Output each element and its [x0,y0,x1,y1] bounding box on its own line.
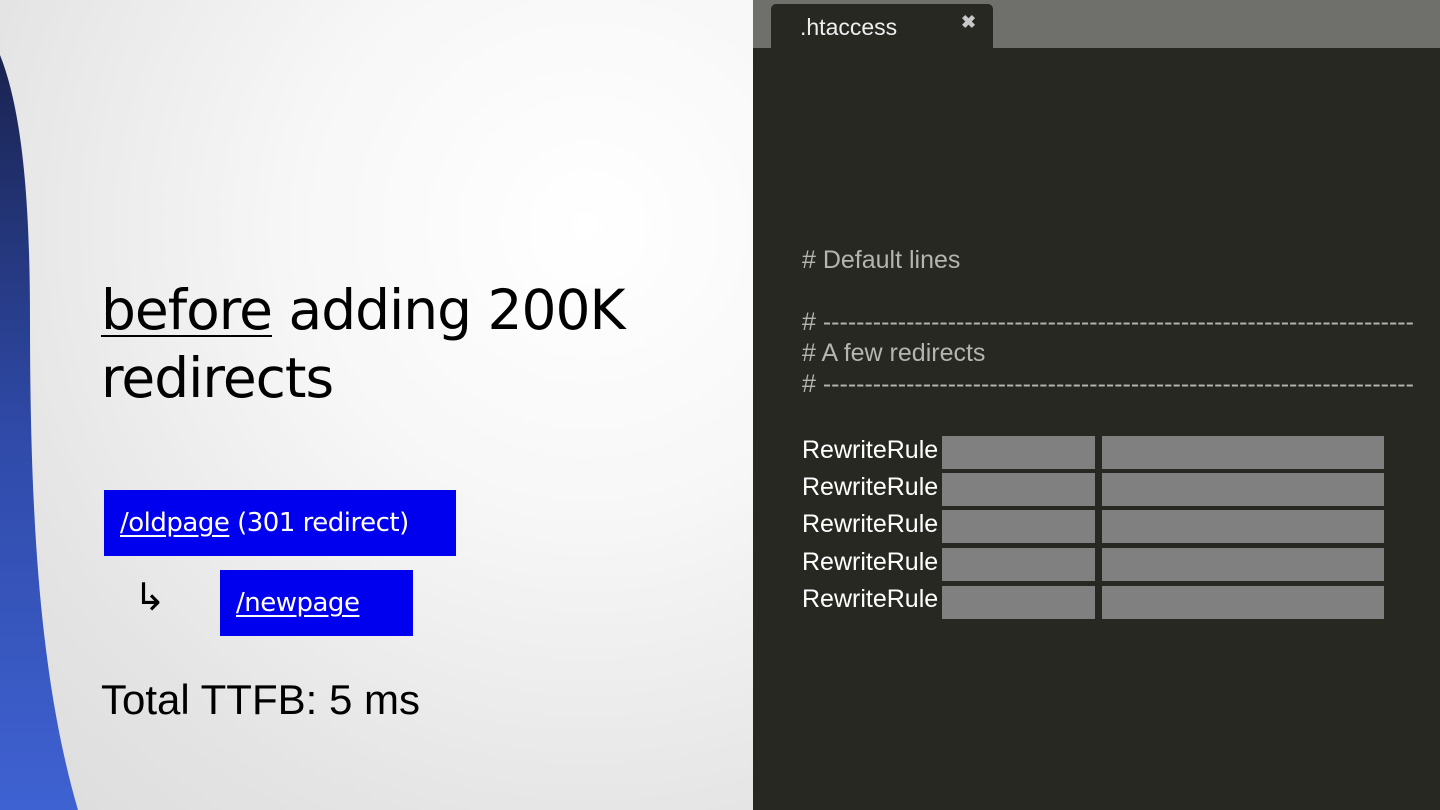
redacted-source [942,510,1095,543]
code-editor: .htaccess ✖ # Default lines # ----------… [753,0,1440,810]
redirect-arrow-icon: ↳ [134,575,166,619]
newpage-link[interactable]: /newpage [236,588,360,618]
redacted-target [1102,510,1384,543]
redacted-target [1102,548,1384,581]
rewrite-keyword: RewriteRule [802,548,939,576]
ttfb-label: Total TTFB: 5 ms [101,676,420,723]
redacted-source [942,548,1095,581]
title-underlined-word: before [101,278,273,342]
redacted-source [942,586,1095,619]
redirect-type-label: (301 redirect) [229,508,409,538]
tab-label: .htaccess [800,14,898,40]
redacted-target [1102,436,1384,469]
comment-few-redirects: # A few redirects [802,339,986,367]
rewrite-keyword: RewriteRule [802,510,939,538]
decorative-swoosh [0,55,78,810]
rewrite-keyword: RewriteRule [802,473,939,501]
redacted-source [942,473,1095,506]
redacted-target [1102,586,1384,619]
editor-tab-bar: .htaccess ✖ [753,0,1440,48]
oldpage-box: /oldpage (301 redirect) [104,490,456,556]
tab-htaccess[interactable]: .htaccess ✖ [771,4,993,48]
newpage-box: /newpage [220,570,413,636]
rewrite-keyword: RewriteRule [802,436,939,464]
redacted-source [942,436,1095,469]
close-icon[interactable]: ✖ [961,12,976,33]
comment-separator: # --------------------------------------… [802,370,1414,398]
slide-title: before adding 200K redirects [101,276,721,412]
rewrite-keyword: RewriteRule [802,585,939,613]
comment-separator: # --------------------------------------… [802,308,1414,336]
slide-panel: before adding 200K redirects /oldpage (3… [0,0,753,810]
oldpage-link[interactable]: /oldpage [120,508,230,538]
comment-default-lines: # Default lines [802,246,961,274]
redacted-target [1102,473,1384,506]
